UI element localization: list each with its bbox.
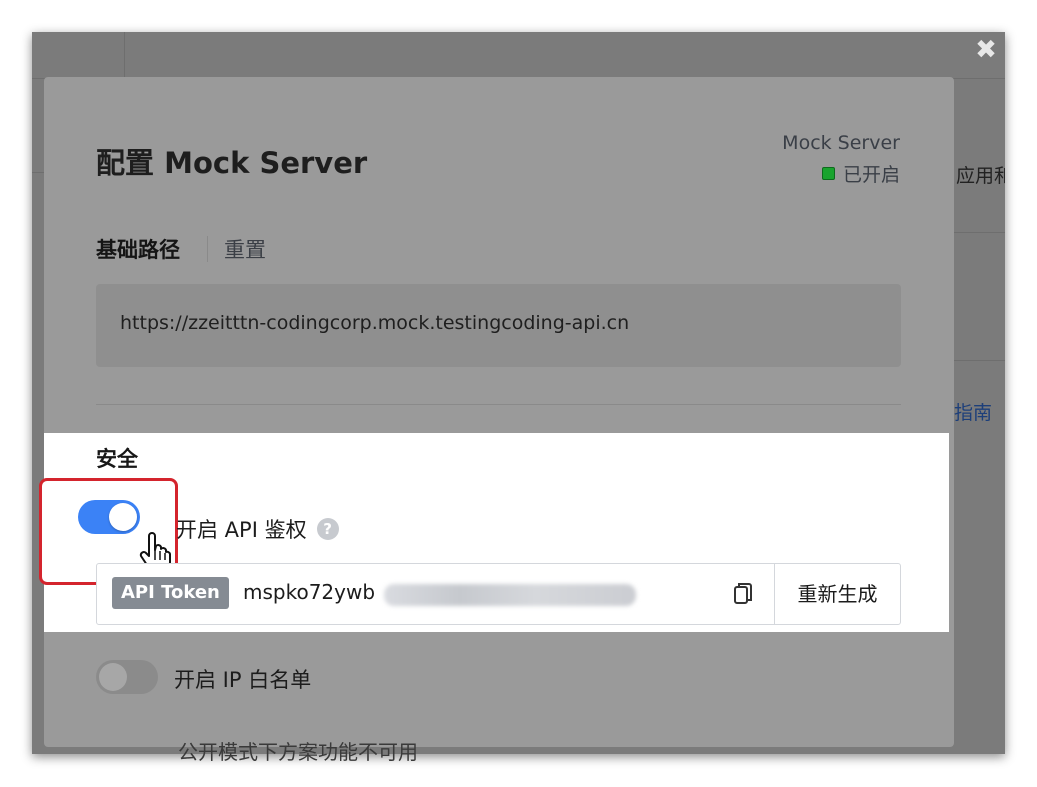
bg-side-text: 应用和 [956,165,1005,187]
help-icon[interactable]: ? [316,518,339,540]
mock-status-label: Mock Server [782,132,900,154]
base-url-field[interactable]: https://zzeitttn-codingcorp.mock.testing… [96,284,901,367]
api-token-field: API Token mspko72ywb 重新生成 [96,563,901,625]
toggle-knob [109,503,137,531]
regenerate-button[interactable]: 重新生成 [775,564,900,624]
token-blur-mask [384,584,636,606]
ip-whitelist-toggle[interactable] [96,660,158,694]
base-path-label: 基础路径 [96,238,180,262]
bg-guide-link[interactable]: 指南 [954,398,992,425]
api-auth-label: 开启 API 鉴权 [176,518,307,542]
toggle-knob [99,663,127,691]
bg-divider [954,360,1005,361]
api-token-badge: API Token [112,577,229,609]
bg-divider [124,32,125,82]
close-icon[interactable]: ✖ [972,36,1000,64]
api-auth-row: 开启 API 鉴权 ? [176,514,339,544]
api-auth-toggle[interactable] [78,500,140,534]
base-url-value: https://zzeitttn-codingcorp.mock.testing… [120,312,630,334]
bg-divider [954,232,1005,233]
section-divider [96,404,901,405]
ip-whitelist-label: 开启 IP 白名单 [174,668,312,692]
mock-status-value: 已开启 [842,164,900,186]
reset-separator [207,236,208,262]
cutoff-text: 公开模式下方案功能不可用 [178,740,418,764]
mock-status: 已开启 [821,160,900,187]
status-dot-icon [821,167,835,180]
copy-icon[interactable] [733,581,753,607]
security-title: 安全 [96,447,138,471]
modal-title: 配置 Mock Server [96,146,368,180]
api-token-value: mspko72ywb [243,580,376,604]
reset-button[interactable]: 重置 [224,234,266,264]
